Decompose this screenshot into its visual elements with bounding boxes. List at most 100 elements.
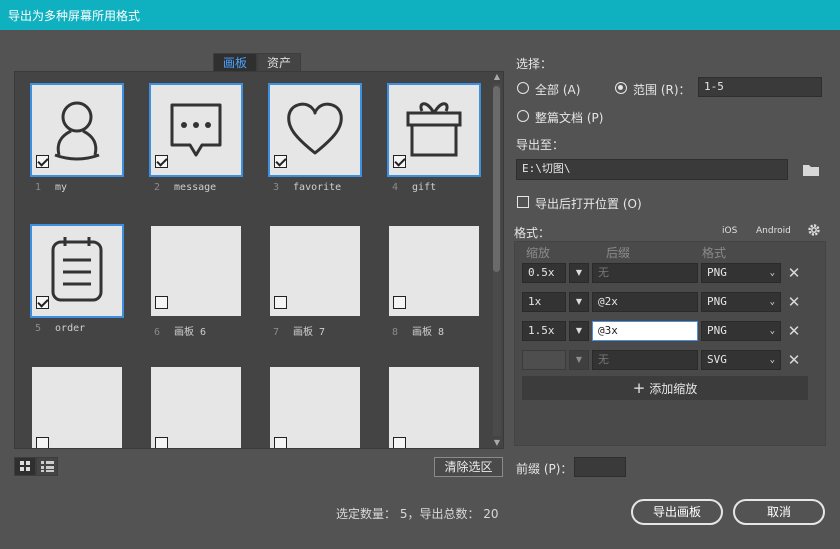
artboard-card-7[interactable] [270, 226, 360, 316]
suffix-input[interactable]: 无 [592, 350, 698, 370]
artboard-card[interactable] [151, 367, 241, 448]
artboard-card-favorite[interactable] [268, 83, 362, 177]
suffix-input[interactable]: 无 [592, 263, 698, 283]
artboard-card-my[interactable] [30, 83, 124, 177]
select-label: 选择： [516, 57, 553, 71]
window-title: 导出为多种屏幕所用格式 [8, 9, 141, 23]
export-path-input[interactable]: E:\切图\ [516, 159, 788, 180]
format-select[interactable]: PNG ⌄ [701, 292, 781, 312]
artboard-scrollbar[interactable]: ▲ ▼ [491, 72, 503, 448]
radio-range-label: 范围 (R)： [633, 83, 691, 97]
close-icon[interactable]: ✕ [787, 266, 801, 281]
prefix-label: 前缀 (P)： [516, 462, 573, 476]
artboard-card[interactable] [270, 367, 360, 448]
tab-assets[interactable]: 资产 [257, 53, 302, 72]
gift-icon [406, 102, 462, 157]
artboard-checkbox[interactable] [393, 155, 406, 168]
user-icon [54, 101, 100, 161]
clipboard-icon [51, 237, 103, 302]
artboard-label: 6 画板 6 [154, 327, 207, 338]
open-after-label: 导出后打开位置 (O) [535, 197, 642, 211]
close-icon[interactable]: ✕ [787, 295, 801, 310]
artboard-checkbox[interactable] [274, 155, 287, 168]
artboard-label: 1 my [35, 182, 68, 193]
artboard-checkbox[interactable] [274, 296, 287, 309]
scale-input[interactable]: 0.5x [522, 263, 566, 283]
artboard-label: 5 order [35, 323, 86, 334]
artboard-checkbox[interactable] [155, 296, 168, 309]
cancel-button[interactable]: 取消 [733, 499, 825, 525]
title-bar: 导出为多种屏幕所用格式 [0, 0, 840, 30]
format-select[interactable]: PNG ⌄ [701, 321, 781, 341]
prefix-input[interactable] [574, 457, 626, 477]
artboard-checkbox[interactable] [274, 437, 287, 448]
folder-icon[interactable] [802, 163, 820, 180]
artboard-checkbox[interactable] [36, 437, 49, 448]
format-select[interactable]: SVG ⌄ [701, 350, 781, 370]
chevron-down-icon[interactable]: ▼ [569, 263, 589, 283]
artboard-checkbox[interactable] [36, 296, 49, 309]
chevron-down-icon: ⌄ [769, 326, 775, 336]
artboard-checkbox[interactable] [36, 155, 49, 168]
artboard-card-6[interactable] [151, 226, 241, 316]
scale-input[interactable]: 1x [522, 292, 566, 312]
artboard-label: 8 画板 8 [392, 327, 445, 338]
scroll-thumb[interactable] [493, 86, 500, 272]
artboard-checkbox[interactable] [393, 437, 406, 448]
gear-icon[interactable] [807, 223, 821, 240]
range-input[interactable]: 1-5 [698, 77, 822, 97]
chevron-down-icon: ⌄ [769, 355, 775, 365]
scroll-up-icon[interactable]: ▲ [491, 72, 503, 82]
artboard-card-gift[interactable] [387, 83, 481, 177]
clear-selection-button[interactable]: 清除选区 [434, 457, 503, 477]
artboard-card-message[interactable] [149, 83, 243, 177]
artboard-card[interactable] [389, 367, 479, 448]
scroll-down-icon[interactable]: ▼ [491, 438, 503, 448]
radio-range[interactable] [615, 82, 627, 94]
suffix-input[interactable]: @3x [592, 321, 698, 341]
artboard-panel: 1 my 2 message 3 favorite 4 gift 5 order 6 画板 … [14, 71, 504, 449]
chevron-down-icon[interactable]: ▼ [569, 292, 589, 312]
artboard-card-order[interactable] [30, 224, 124, 318]
list-view-icon[interactable] [36, 457, 58, 476]
tab-bar: 画板 资产 [213, 53, 302, 72]
grid-view-icon[interactable] [14, 457, 36, 476]
format-column-header: 格式 [702, 246, 727, 260]
artboard-checkbox[interactable] [155, 155, 168, 168]
message-icon [170, 103, 222, 157]
radio-all[interactable] [517, 82, 529, 94]
export-button[interactable]: 导出画板 [631, 499, 723, 525]
scale-input[interactable]: 1.5x [522, 321, 566, 341]
open-after-checkbox[interactable] [517, 196, 529, 208]
chevron-down-icon[interactable]: ▼ [569, 350, 589, 370]
view-toggle [14, 457, 58, 476]
add-scale-label: 添加缩放 [649, 382, 698, 396]
radio-whole-doc-label: 整篇文档 (P) [535, 111, 604, 125]
artboard-card[interactable] [32, 367, 122, 448]
android-preset-button[interactable]: Android [756, 226, 791, 236]
radio-all-label: 全部 (A) [535, 83, 581, 97]
suffix-column-header: 后缀 [606, 246, 631, 260]
formats-label: 格式： [514, 226, 551, 240]
close-icon[interactable]: ✕ [787, 353, 801, 368]
tab-artboards[interactable]: 画板 [213, 53, 258, 72]
format-select[interactable]: PNG ⌄ [701, 263, 781, 283]
plus-icon: + [632, 379, 646, 397]
chevron-down-icon[interactable]: ▼ [569, 321, 589, 341]
heart-icon [287, 102, 343, 155]
chevron-down-icon: ⌄ [769, 297, 775, 307]
artboard-checkbox[interactable] [393, 296, 406, 309]
status-text: 选定数量： 5，导出总数： 20 [336, 507, 499, 521]
close-icon[interactable]: ✕ [787, 324, 801, 339]
suffix-input[interactable]: @2x [592, 292, 698, 312]
artboard-label: 7 画板 7 [273, 327, 326, 338]
artboard-checkbox[interactable] [155, 437, 168, 448]
radio-whole-doc[interactable] [517, 110, 529, 122]
add-scale-button[interactable]: + 添加缩放 [522, 376, 808, 400]
artboard-label: 3 favorite [273, 182, 342, 193]
artboard-label: 2 message [154, 182, 217, 193]
export-to-label: 导出至： [516, 138, 565, 152]
ios-preset-button[interactable]: iOS [722, 226, 737, 236]
scale-input[interactable] [522, 350, 566, 370]
artboard-card-8[interactable] [389, 226, 479, 316]
